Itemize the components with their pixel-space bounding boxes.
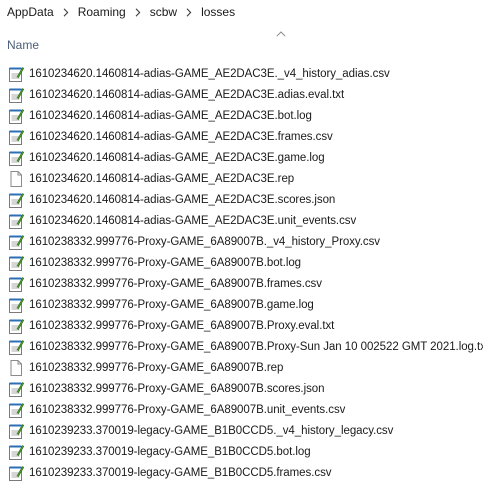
file-row[interactable]: 1610238332.999776-Proxy-GAME_6A89007B.fr…: [0, 273, 483, 294]
file-row[interactable]: 1610238332.999776-Proxy-GAME_6A89007B.Pr…: [0, 315, 483, 336]
column-name-label: Name: [7, 38, 40, 52]
file-name: 1610234620.1460814-adias-GAME_AE2DAC3E.a…: [29, 88, 345, 101]
file-row[interactable]: 1610239233.370019-legacy-GAME_B1B0CCD5._…: [0, 420, 483, 441]
file-row[interactable]: 1610238332.999776-Proxy-GAME_6A89007B.ga…: [0, 294, 483, 315]
file-name: 1610238332.999776-Proxy-GAME_6A89007B.Pr…: [29, 319, 335, 332]
file-row[interactable]: 1610238332.999776-Proxy-GAME_6A89007B.re…: [0, 357, 483, 378]
blank-file-icon: [10, 359, 22, 376]
file-row[interactable]: 1610234620.1460814-adias-GAME_AE2DAC3E.g…: [0, 147, 483, 168]
file-row[interactable]: 1610234620.1460814-adias-GAME_AE2DAC3E.f…: [0, 126, 483, 147]
sort-ascending-icon: [276, 31, 286, 37]
notepad-file-icon: [9, 444, 24, 460]
notepad-file-icon: [9, 423, 24, 439]
file-name: 1610234620.1460814-adias-GAME_AE2DAC3E.b…: [29, 109, 312, 122]
file-name: 1610234620.1460814-adias-GAME_AE2DAC3E.g…: [29, 151, 325, 164]
file-row[interactable]: 1610239233.370019-legacy-GAME_B1B0CCD5.f…: [0, 462, 483, 483]
file-name: 1610234620.1460814-adias-GAME_AE2DAC3E.u…: [29, 214, 357, 227]
notepad-file-icon: [9, 381, 24, 397]
notepad-file-icon: [9, 276, 24, 292]
notepad-file-icon: [9, 108, 24, 124]
file-name: 1610238332.999776-Proxy-GAME_6A89007B.un…: [29, 403, 346, 416]
notepad-file-icon: [9, 87, 24, 103]
notepad-file-icon: [9, 318, 24, 334]
file-name: 1610238332.999776-Proxy-GAME_6A89007B.fr…: [29, 277, 322, 290]
file-name: 1610238332.999776-Proxy-GAME_6A89007B.Pr…: [29, 340, 483, 353]
chevron-right-icon[interactable]: [127, 6, 149, 18]
file-row[interactable]: 1610238332.999776-Proxy-GAME_6A89007B.sc…: [0, 378, 483, 399]
file-row[interactable]: 1610238332.999776-Proxy-GAME_6A89007B.un…: [0, 399, 483, 420]
notepad-file-icon: [9, 213, 24, 229]
file-list: 1610234620.1460814-adias-GAME_AE2DAC3E._…: [0, 63, 483, 483]
breadcrumb: AppData Roaming scbw losses: [0, 0, 483, 24]
breadcrumb-item-scbw[interactable]: scbw: [149, 5, 178, 19]
file-row[interactable]: 1610234620.1460814-adias-GAME_AE2DAC3E.r…: [0, 168, 483, 189]
breadcrumb-item-roaming[interactable]: Roaming: [77, 5, 127, 19]
file-row[interactable]: 1610238332.999776-Proxy-GAME_6A89007B.Pr…: [0, 336, 483, 357]
file-name: 1610238332.999776-Proxy-GAME_6A89007B.ga…: [29, 298, 314, 311]
notepad-file-icon: [9, 150, 24, 166]
file-row[interactable]: 1610238332.999776-Proxy-GAME_6A89007B.bo…: [0, 252, 483, 273]
file-name: 1610238332.999776-Proxy-GAME_6A89007B.re…: [29, 361, 284, 374]
chevron-right-icon[interactable]: [178, 6, 200, 18]
file-row[interactable]: 1610238332.999776-Proxy-GAME_6A89007B._v…: [0, 231, 483, 252]
file-row[interactable]: 1610239233.370019-legacy-GAME_B1B0CCD5.b…: [0, 441, 483, 462]
file-name: 1610239233.370019-legacy-GAME_B1B0CCD5.b…: [29, 445, 311, 458]
file-row[interactable]: 1610234620.1460814-adias-GAME_AE2DAC3E.s…: [0, 189, 483, 210]
notepad-file-icon: [9, 339, 24, 355]
file-name: 1610238332.999776-Proxy-GAME_6A89007B.sc…: [29, 382, 325, 395]
notepad-file-icon: [9, 402, 24, 418]
chevron-right-icon[interactable]: [55, 6, 77, 18]
file-row[interactable]: 1610234620.1460814-adias-GAME_AE2DAC3E._…: [0, 63, 483, 84]
column-header-name[interactable]: Name: [0, 28, 483, 58]
notepad-file-icon: [9, 192, 24, 208]
file-row[interactable]: 1610234620.1460814-adias-GAME_AE2DAC3E.u…: [0, 210, 483, 231]
file-row[interactable]: 1610234620.1460814-adias-GAME_AE2DAC3E.a…: [0, 84, 483, 105]
file-name: 1610239233.370019-legacy-GAME_B1B0CCD5.f…: [29, 466, 332, 479]
notepad-file-icon: [9, 297, 24, 313]
file-name: 1610234620.1460814-adias-GAME_AE2DAC3E.f…: [29, 130, 333, 143]
breadcrumb-item-losses[interactable]: losses: [200, 5, 236, 19]
file-name: 1610234620.1460814-adias-GAME_AE2DAC3E._…: [29, 67, 390, 80]
notepad-file-icon: [9, 255, 24, 271]
file-name: 1610238332.999776-Proxy-GAME_6A89007B._v…: [29, 235, 380, 248]
notepad-file-icon: [9, 66, 24, 82]
file-name: 1610234620.1460814-adias-GAME_AE2DAC3E.r…: [29, 172, 295, 185]
file-name: 1610239233.370019-legacy-GAME_B1B0CCD5._…: [29, 424, 394, 437]
notepad-file-icon: [9, 234, 24, 250]
notepad-file-icon: [9, 129, 24, 145]
file-name: 1610238332.999776-Proxy-GAME_6A89007B.bo…: [29, 256, 302, 269]
breadcrumb-item-appdata[interactable]: AppData: [6, 5, 55, 19]
file-name: 1610234620.1460814-adias-GAME_AE2DAC3E.s…: [29, 193, 336, 206]
blank-file-icon: [10, 170, 22, 187]
file-row[interactable]: 1610234620.1460814-adias-GAME_AE2DAC3E.b…: [0, 105, 483, 126]
notepad-file-icon: [9, 465, 24, 481]
